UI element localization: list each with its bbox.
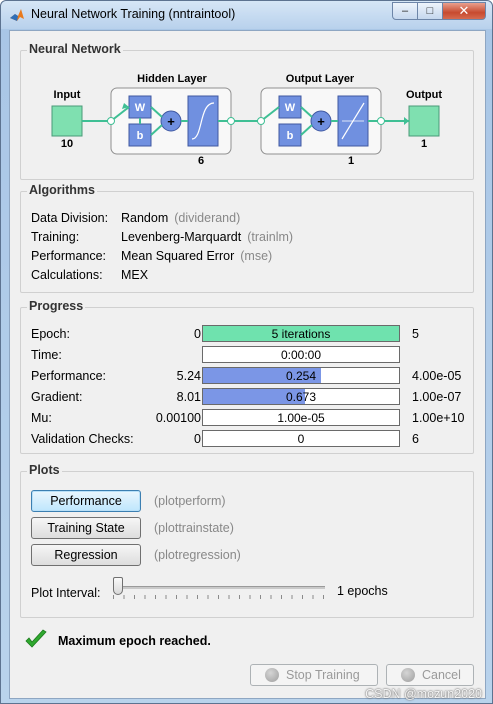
progress-group: Progress Epoch: 0 5 iterations 5 Time: 0:00:0… (20, 299, 474, 454)
hidden-size: 6 (198, 155, 204, 167)
close-icon[interactable]: ✕ (442, 2, 486, 20)
client-area: Neural Network Input 10 Hidden Layer W b… (9, 30, 486, 699)
cancel-label: Cancel (422, 668, 461, 682)
progress-min: 0 (194, 327, 201, 341)
progress-label: Validation Checks: (31, 432, 134, 446)
output-layer-label: Output Layer (286, 73, 355, 85)
progress-title: Progress (27, 299, 86, 313)
algorithms-group: Algorithms Data Division: Random (divider… (20, 183, 474, 293)
plot-interval-label: Plot Interval: (31, 586, 101, 600)
progress-min: 5.24 (176, 369, 201, 383)
maximize-icon[interactable]: □ (417, 2, 443, 20)
progress-value: 0:00:00 (280, 348, 322, 362)
progress-label: Mu: (31, 411, 52, 425)
output-sum-symbol: + (317, 114, 325, 129)
progress-label: Time: (31, 348, 62, 362)
progress-bar: 0.673 (202, 388, 400, 405)
progress-value: 5 iterations (271, 327, 331, 341)
hidden-weight-symbol: W (135, 102, 146, 114)
progress-max: 1.00e+10 (412, 411, 465, 425)
stop-training-button[interactable]: Stop Training (250, 664, 378, 686)
matlab-logo-icon (10, 9, 24, 21)
progress-min: 0.00100 (155, 411, 201, 425)
plot-interval-slider[interactable] (113, 575, 325, 605)
watermark-text: CSDN @mozun2020 (365, 687, 482, 701)
progress-row: Time: 0:00:00 (21, 346, 473, 364)
slider-thumb[interactable] (113, 577, 123, 595)
progress-max: 4.00e-05 (412, 369, 462, 383)
plot-performance-function: (plotperform) (154, 494, 226, 508)
stop-training-label: Stop Training (286, 668, 360, 682)
hidden-bias-symbol: b (137, 130, 144, 142)
output-layer-size: 1 (348, 155, 354, 167)
progress-min: 0 (194, 432, 201, 446)
hidden-layer-label: Hidden Layer (137, 73, 207, 85)
plots-group: Plots Performance (plotperform) Training… (20, 463, 474, 618)
progress-row: Validation Checks: 0 0 6 (21, 430, 473, 448)
window-title: Neural Network Training (nntraintool) (31, 7, 236, 21)
plot-regression-button[interactable]: Regression (31, 544, 141, 566)
algorithm-label: Performance: (31, 249, 107, 263)
minimize-icon[interactable]: – (392, 2, 418, 20)
progress-value: 0.254 (285, 369, 317, 383)
cancel-button[interactable]: Cancel (386, 664, 474, 686)
plots-title: Plots (27, 463, 62, 477)
algorithm-label: Calculations: (31, 268, 103, 282)
progress-bar: 1.00e-05 (202, 409, 400, 426)
stop-icon (265, 668, 279, 682)
output-size: 1 (421, 138, 427, 150)
progress-row: Epoch: 0 5 iterations 5 (21, 325, 473, 343)
input-label: Input (54, 89, 81, 101)
network-diagram: Input 10 Hidden Layer W b + 6 Output Lay… (51, 73, 442, 167)
cancel-icon (401, 668, 415, 682)
progress-bar: 0 (202, 430, 400, 447)
input-node (51, 105, 83, 137)
status-message: Maximum epoch reached. (58, 634, 211, 648)
progress-value: 0.673 (285, 390, 317, 404)
input-size: 10 (61, 138, 73, 150)
algorithm-label: Training: (31, 230, 80, 244)
progress-row: Performance: 5.24 0.254 4.00e-05 (21, 367, 473, 385)
progress-bar: 0:00:00 (202, 346, 400, 363)
progress-max: 6 (412, 432, 419, 446)
algorithm-value: MEX (121, 268, 149, 282)
output-node (408, 105, 440, 137)
plot-regression-function: (plotregression) (154, 548, 241, 562)
plot-training-state-button[interactable]: Training State (31, 517, 141, 539)
output-weight-symbol: W (285, 102, 296, 114)
plot-training-state-function: (plottrainstate) (154, 521, 234, 535)
algorithm-value: Mean Squared Error (121, 249, 235, 263)
algorithm-function: (dividerand) (174, 211, 241, 225)
progress-max: 1.00e-07 (412, 390, 462, 404)
progress-bar: 0.254 (202, 367, 400, 384)
hidden-sum-symbol: + (167, 114, 175, 129)
plot-performance-button[interactable]: Performance (31, 490, 141, 512)
algorithms-title: Algorithms (27, 183, 97, 197)
slider-track (113, 586, 325, 589)
checkmark-icon (25, 629, 47, 648)
progress-label: Gradient: (31, 390, 83, 404)
progress-label: Performance: (31, 369, 107, 383)
plot-interval-value: 1 epochs (337, 584, 388, 598)
algorithm-function: (mse) (240, 249, 273, 263)
progress-label: Epoch: (31, 327, 70, 341)
progress-bar: 5 iterations (202, 325, 400, 342)
progress-max: 5 (412, 327, 419, 341)
slider-ticks (113, 595, 325, 599)
nntraintool-window: Neural Network Training (nntraintool) – … (0, 0, 493, 704)
output-bias-symbol: b (287, 130, 294, 142)
progress-value: 1.00e-05 (277, 411, 325, 425)
progress-value: 0 (297, 432, 305, 446)
title-bar[interactable]: Neural Network Training (nntraintool) – … (1, 1, 492, 29)
progress-row: Mu: 0.00100 1.00e-05 1.00e+10 (21, 409, 473, 427)
neural-network-group: Neural Network Input 10 Hidden Layer W b… (20, 42, 474, 180)
algorithm-value: Random (121, 211, 169, 225)
output-label: Output (406, 89, 442, 101)
progress-row: Gradient: 8.01 0.673 1.00e-07 (21, 388, 473, 406)
algorithm-label: Data Division: (31, 211, 109, 225)
algorithm-value: Levenberg-Marquardt (121, 230, 242, 244)
algorithm-function: (trainlm) (247, 230, 294, 244)
progress-min: 8.01 (176, 390, 201, 404)
